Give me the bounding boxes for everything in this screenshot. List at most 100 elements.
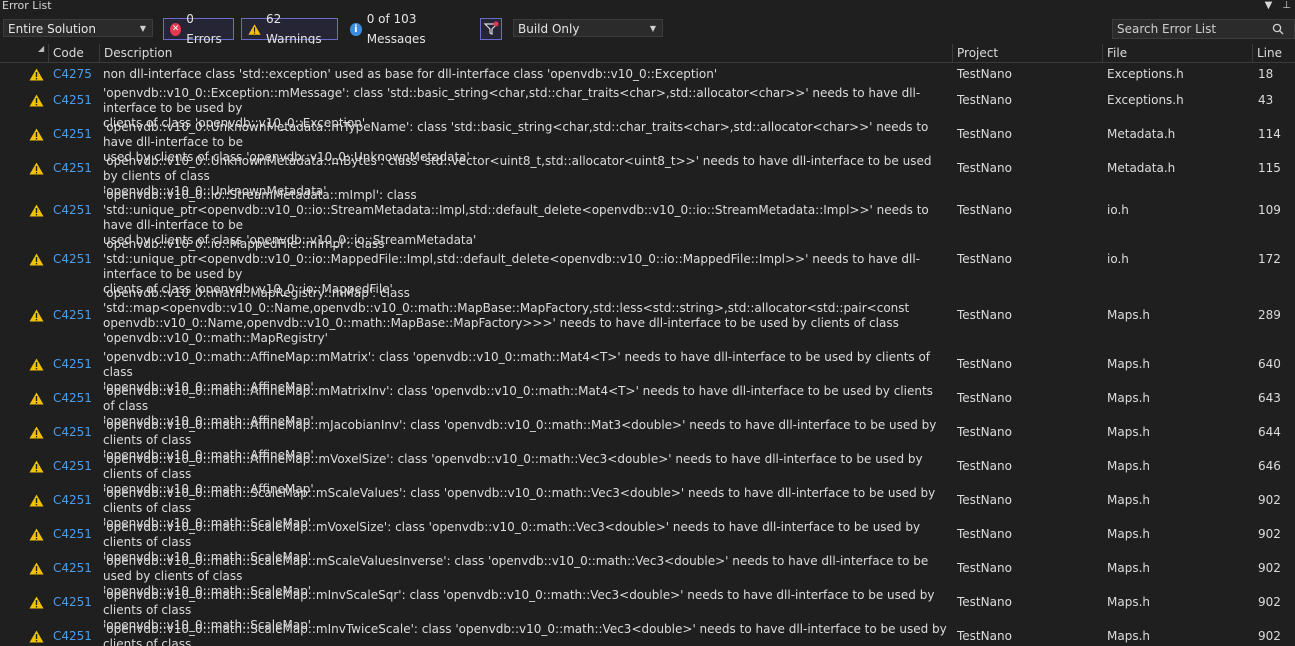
warning-line-number: 902: [1258, 561, 1281, 575]
column-header-project[interactable]: Project: [952, 44, 1102, 62]
warning-code-link[interactable]: C4251: [53, 357, 92, 372]
errors-count-label: 0 Errors: [186, 12, 222, 46]
column-header-line[interactable]: Line: [1252, 44, 1295, 62]
warning-code-link[interactable]: C4251: [53, 252, 92, 267]
build-scope-dropdown[interactable]: Build Only ▼: [513, 19, 663, 37]
warning-line-number: 114: [1258, 127, 1281, 141]
warning-file: Maps.h: [1107, 308, 1150, 322]
build-scope-value: Build Only: [518, 22, 580, 36]
warning-icon: [29, 460, 44, 473]
warning-project: TestNano: [957, 595, 1012, 609]
warning-code-link[interactable]: C4251: [53, 527, 92, 542]
warning-project: TestNano: [957, 425, 1012, 439]
filter-toggle-button[interactable]: [480, 18, 502, 40]
warning-code-link[interactable]: C4251: [53, 391, 92, 406]
warning-icon: [29, 630, 44, 643]
table-row[interactable]: C4251'openvdb::v10_0::UnknownMetadata::m…: [0, 118, 1295, 164]
warning-line-number: 902: [1258, 493, 1281, 507]
warning-icon: [29, 128, 44, 141]
table-row[interactable]: C4275 non dll-interface class 'std::excep…: [0, 65, 1295, 84]
sort-icon[interactable]: ◢: [38, 44, 44, 53]
error-icon: ✕: [170, 22, 182, 36]
warning-icon: [248, 23, 261, 35]
warning-file: Maps.h: [1107, 527, 1150, 541]
warning-project: TestNano: [957, 561, 1012, 575]
column-header-row: ◢ Code Description Project File Line: [0, 44, 1295, 63]
scope-dropdown[interactable]: Entire Solution ▼: [3, 19, 153, 37]
warning-code-link[interactable]: C4251: [53, 595, 92, 610]
warning-icon: [29, 253, 44, 266]
warning-code-link[interactable]: C4251: [53, 629, 92, 644]
warning-code-link[interactable]: C4251: [53, 308, 92, 323]
warning-project: TestNano: [957, 629, 1012, 643]
warning-icon: [29, 162, 44, 175]
warning-icon: [29, 392, 44, 405]
messages-filter-button[interactable]: i 0 of 103 Messages: [344, 12, 474, 46]
table-row[interactable]: C4251'openvdb::v10_0::math::ScaleMap::mV…: [0, 518, 1295, 564]
warning-project: TestNano: [957, 527, 1012, 541]
table-row[interactable]: C4251 'openvdb::v10_0::math::MapRegistry:…: [0, 284, 1295, 348]
table-row[interactable]: C4251'openvdb::v10_0::math::ScaleMap::mS…: [0, 552, 1295, 598]
table-row[interactable]: C4251'openvdb::v10_0::math::ScaleMap::mS…: [0, 484, 1295, 530]
warning-code-link[interactable]: C4251: [53, 459, 92, 474]
warning-line-number: 43: [1258, 93, 1274, 107]
warning-code-link[interactable]: C4251: [53, 93, 92, 108]
warning-line-number: 644: [1258, 425, 1281, 439]
warning-line-number: 289: [1258, 308, 1281, 322]
table-row[interactable]: C4251'openvdb::v10_0::UnknownMetadata::m…: [0, 152, 1295, 198]
warning-icon: [29, 204, 44, 217]
warning-line-number: 18: [1258, 67, 1274, 81]
column-header-description[interactable]: Description: [99, 44, 952, 62]
errors-filter-button[interactable]: ✕ 0 Errors: [163, 12, 234, 46]
pin-icon[interactable]: ⊥: [1282, 0, 1291, 12]
warnings-filter-button[interactable]: 62 Warnings: [241, 12, 338, 46]
warning-code-link[interactable]: C4251: [53, 127, 92, 142]
filter-icon: [483, 21, 499, 35]
table-row[interactable]: C4251'openvdb::v10_0::math::AffineMap::m…: [0, 382, 1295, 428]
warning-icon: [29, 68, 44, 81]
table-row[interactable]: C4251'openvdb::v10_0::Exception::mMessag…: [0, 84, 1295, 130]
column-header-file[interactable]: File: [1102, 44, 1252, 62]
warning-icon: [29, 426, 44, 439]
table-row[interactable]: C4251'openvdb::v10_0::math::AffineMap::m…: [0, 416, 1295, 462]
warning-code-link[interactable]: C4251: [53, 425, 92, 440]
warning-code-link[interactable]: C4251: [53, 161, 92, 176]
warning-code-link[interactable]: C4251: [53, 203, 92, 218]
warning-line-number: 643: [1258, 391, 1281, 405]
warning-description: non dll-interface class 'std::exception'…: [103, 67, 718, 81]
table-row[interactable]: C4251'openvdb::v10_0::math::ScaleMap::mI…: [0, 586, 1295, 632]
warning-code-link[interactable]: C4251: [53, 561, 92, 576]
warning-code-link[interactable]: C4251: [53, 493, 92, 508]
search-placeholder: Search Error List: [1117, 22, 1217, 36]
warning-line-number: 902: [1258, 629, 1281, 643]
warning-icon: [29, 358, 44, 371]
warning-project: TestNano: [957, 67, 1012, 81]
table-row[interactable]: C4251'openvdb::v10_0::io::MappedFile::mI…: [0, 235, 1295, 296]
warning-file: Maps.h: [1107, 391, 1150, 405]
chevron-down-icon: ▼: [649, 24, 656, 33]
search-input[interactable]: Search Error List: [1112, 19, 1295, 39]
column-header-code[interactable]: Code: [48, 44, 100, 62]
table-row[interactable]: C4251'openvdb::v10_0::io::StreamMetadata…: [0, 186, 1295, 247]
warning-line-number: 640: [1258, 357, 1281, 371]
warning-project: TestNano: [957, 391, 1012, 405]
warning-file: Metadata.h: [1107, 161, 1176, 175]
warning-file: io.h: [1107, 203, 1129, 217]
warning-project: TestNano: [957, 203, 1012, 217]
dropdown-arrow-icon[interactable]: ▼: [1265, 0, 1273, 12]
warning-project: TestNano: [957, 93, 1012, 107]
table-row[interactable]: C4251'openvdb::v10_0::math::AffineMap::m…: [0, 450, 1295, 496]
table-row[interactable]: C4251 'openvdb::v10_0::math::ScaleMap::mI…: [0, 620, 1295, 646]
table-row[interactable]: C4251'openvdb::v10_0::math::AffineMap::m…: [0, 348, 1295, 394]
window-title: Error List: [2, 0, 52, 12]
warning-line-number: 172: [1258, 252, 1281, 266]
warning-file: Metadata.h: [1107, 127, 1176, 141]
error-list-rows: C4275 non dll-interface class 'std::excep…: [0, 63, 1295, 646]
warning-project: TestNano: [957, 493, 1012, 507]
warning-icon: [29, 528, 44, 541]
warning-file: Maps.h: [1107, 561, 1150, 575]
warning-line-number: 902: [1258, 527, 1281, 541]
messages-count-label: 0 of 103 Messages: [366, 12, 426, 46]
warning-code-link[interactable]: C4275: [53, 67, 92, 82]
warning-description: 'openvdb::v10_0::math::ScaleMap::mInvTwi…: [103, 622, 947, 646]
